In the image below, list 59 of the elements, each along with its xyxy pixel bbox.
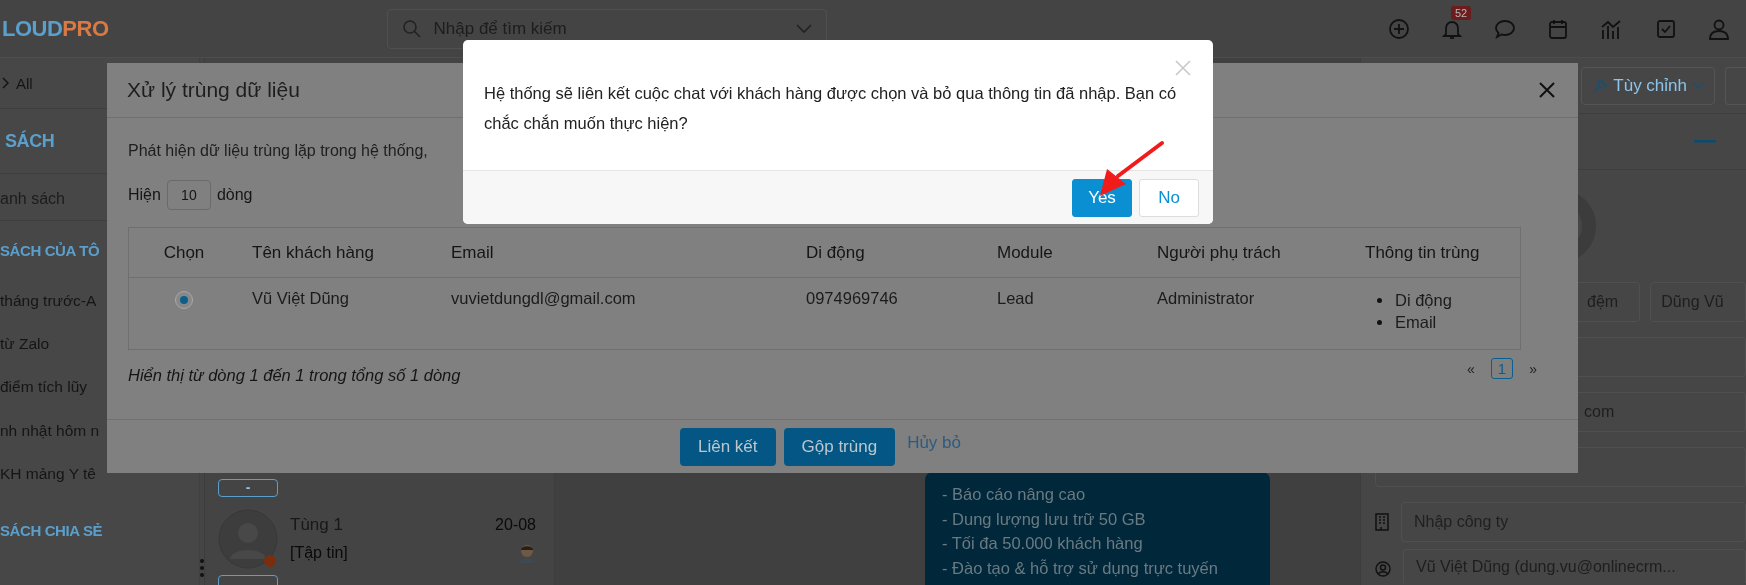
page-size-label: Hiện	[128, 186, 161, 204]
user-circle-icon	[1375, 561, 1391, 577]
confirm-message: Hệ thống sẽ liên kết cuộc chat với khách hàng được chọn và bỏ qua thông tin đã nhập. Bạn có chắc chắn muốn thực hiện?	[484, 83, 1178, 134]
more-vertical-icon[interactable]	[199, 558, 205, 578]
column-header: Email	[451, 242, 494, 262]
chevron-down-icon	[795, 23, 812, 34]
column-header: Di động	[806, 242, 865, 262]
collapse-icon[interactable]	[1694, 139, 1716, 144]
add-icon[interactable]	[1388, 17, 1410, 40]
section-title[interactable]: SÁCH CHIA SẺ	[0, 522, 103, 539]
task-icon[interactable]	[1655, 17, 1677, 40]
chevron-down-icon	[1692, 81, 1704, 90]
page-size-field[interactable]: 10	[166, 180, 211, 210]
wrench-icon	[1592, 77, 1609, 94]
logo: LOUDPRO	[2, 15, 109, 42]
radio-button[interactable]	[175, 291, 193, 309]
table-cell: Lead	[997, 289, 1034, 307]
duplicate-field: Di động	[1395, 289, 1452, 311]
chevron-right-icon	[2, 77, 10, 89]
page-size-label: dòng	[216, 186, 253, 204]
table-cell: vuvietdungdl@gmail.com	[451, 289, 636, 307]
close-icon[interactable]	[1538, 81, 1556, 99]
page-link[interactable]: 1	[1490, 358, 1514, 379]
column-header: Thông tin trùng	[1365, 242, 1480, 262]
column-header: Chọn	[163, 242, 205, 263]
message-date: 20-08	[495, 516, 536, 534]
next-page-link[interactable]: »	[1525, 360, 1541, 377]
duplicate-field: Email	[1395, 311, 1437, 333]
message-preview: [Tập tin]	[290, 544, 348, 562]
table-cell: 0974969746	[806, 289, 898, 307]
dialog-description: Phát hiện dữ liệu trùng lặp trong hệ thống,	[128, 142, 429, 160]
feature-line: - Tối đa 50.000 khách hàng	[942, 533, 1144, 554]
feature-line: - Đào tạo & hỗ trợ sử dụng trực tuyến	[942, 557, 1219, 579]
feature-line: - Báo cáo nâng cao	[942, 484, 1087, 505]
action-button[interactable]: Liên kết	[680, 427, 776, 466]
avatar-icon	[218, 509, 280, 571]
agent-avatar-icon	[518, 543, 536, 563]
previous-page-link[interactable]: «	[1463, 360, 1479, 377]
table-cell: Vũ Việt Dũng	[252, 289, 349, 307]
building-icon	[1375, 512, 1389, 531]
customize-button[interactable]: Tùy chỉnh	[1581, 66, 1715, 105]
column-header: Người phụ trách	[1157, 242, 1281, 262]
action-button[interactable]: Gộp trùng	[783, 427, 896, 466]
notification-badge: 52	[1451, 5, 1472, 20]
column-header: Tên khách hàng	[252, 242, 374, 262]
section-title[interactable]: SÁCH CỦA TÔ	[0, 241, 100, 259]
dialog-title: Xử lý trùng dữ liệu	[127, 78, 300, 102]
cancel-link[interactable]: Hủy bỏ	[903, 423, 965, 462]
chat-icon[interactable]	[1494, 17, 1516, 40]
sidebar-heading: SÁCH	[5, 130, 55, 152]
calendar-icon[interactable]	[1547, 17, 1569, 40]
column-header: Module	[997, 242, 1053, 262]
search-icon	[401, 18, 422, 39]
user-icon[interactable]	[1708, 17, 1730, 40]
feature-line: - Dung lượng lưu trữ 50 GB	[942, 508, 1147, 530]
tag: -	[218, 479, 278, 497]
decline-button[interactable]: No	[1139, 178, 1199, 217]
table-summary: Hiển thị từ dòng 1 đến 1 trong tổng số 1 dòng	[128, 366, 461, 385]
table-cell: Administrator	[1157, 289, 1255, 307]
